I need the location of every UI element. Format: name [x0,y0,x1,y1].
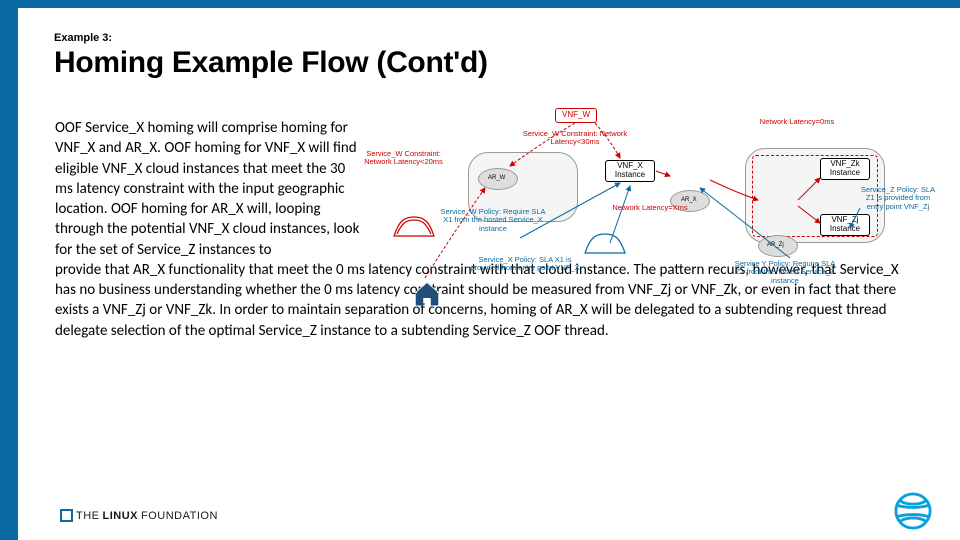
left-bar [0,0,18,540]
diagram: VNF_W AR_W VNF_X Instance AR_X VNF_Zk In… [360,108,935,328]
logo-the: THE [76,510,100,522]
page-title: Homing Example Flow (Cont'd) [54,46,488,80]
top-bar [0,0,960,8]
kicker-text: Example 3: [54,32,112,44]
body-narrow: OOF Service_X homing will comprise homin… [55,118,365,260]
att-globe-icon [894,492,932,530]
linux-foundation-logo: THE LINUX FOUNDATION [60,509,218,522]
logo-foundation: FOUNDATION [141,510,218,522]
logo-square-icon [60,509,73,522]
logo-linux: LINUX [103,510,139,522]
slide: Example 3: Homing Example Flow (Cont'd) … [0,0,960,540]
